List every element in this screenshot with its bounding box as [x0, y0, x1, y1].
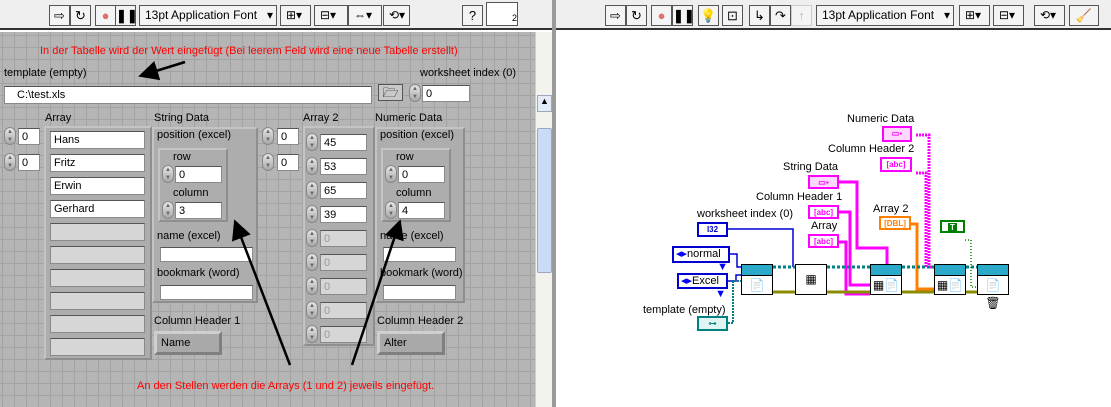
- retain-wire-values-icon[interactable]: ⊡: [722, 5, 743, 26]
- template-path-terminal[interactable]: ⊶: [697, 316, 728, 331]
- scrollbar-thumb[interactable]: [537, 128, 552, 273]
- mode-enum-value: normal: [687, 248, 721, 260]
- vi-icon: 2: [486, 2, 518, 26]
- true-constant-value: T: [948, 223, 957, 232]
- mode-enum-constant[interactable]: ◂▸normal ▼: [672, 246, 730, 273]
- front-panel: In der Tabelle wird der Wert eingefügt (…: [0, 32, 535, 407]
- append-table-icon: ▦📄: [936, 278, 964, 292]
- distribute-objects-icon[interactable]: ⊟▾: [993, 5, 1024, 26]
- column-header-2-terminal[interactable]: [abc]: [880, 157, 912, 172]
- help-button[interactable]: ?: [462, 5, 483, 26]
- pause-icon[interactable]: ❚❚: [115, 5, 138, 26]
- front-panel-toolbar: ⇨ ↻ ● ❚❚ 13pt Application Font ▾ ⊞▾ ⊟▾ ⇔▾…: [0, 0, 552, 30]
- append-table-node-1[interactable]: ▦📄: [870, 264, 902, 295]
- distribute-objects-icon[interactable]: ⊟▾: [314, 5, 348, 26]
- block-diagram-toolbar: ⇨ ↻ ● ❚❚ 💡 ⊡ ↳ ↷ ↑ 13pt Application Font…: [556, 0, 1111, 30]
- block-diagram: Numeric Data ▭▪ Column Header 2 [abc] St…: [556, 32, 1111, 407]
- abort-icon[interactable]: ●: [95, 5, 116, 26]
- font-label: 13pt Application Font: [145, 8, 258, 22]
- scroll-up-icon[interactable]: ▲: [537, 95, 552, 112]
- template-terminal-label: template (empty): [643, 304, 726, 316]
- run-arrow-icon[interactable]: ⇨: [605, 5, 626, 26]
- arrow-to-template: [138, 60, 186, 81]
- array2-terminal-label: Array 2: [873, 203, 909, 215]
- array2-terminal[interactable]: [DBL]: [879, 216, 911, 230]
- chevron-down-icon: ▾: [266, 8, 273, 22]
- worksheet-index-terminal-label: worksheet index (0): [697, 208, 793, 220]
- string-data-terminal-label: String Data: [783, 161, 839, 173]
- open-report-node[interactable]: 📄: [741, 264, 773, 295]
- dispose-report-node[interactable]: 📄🗑: [977, 264, 1009, 310]
- new-report-icon: 📄: [749, 278, 765, 292]
- step-over-icon[interactable]: ↷: [770, 5, 791, 26]
- wire-template-path: [728, 280, 741, 324]
- font-dropdown[interactable]: 13pt Application Font ▾: [139, 5, 277, 26]
- enum-arrows-icon: ◂▸: [681, 275, 693, 287]
- abort-icon[interactable]: ●: [651, 5, 672, 26]
- font-dropdown[interactable]: 13pt Application Font ▾: [816, 5, 954, 26]
- run-arrow-icon[interactable]: ⇨: [49, 5, 70, 26]
- column-header-2-terminal-label: Column Header 2: [828, 143, 915, 155]
- worksheet-index-terminal[interactable]: I32: [697, 222, 728, 237]
- column-header-1-terminal-label: Column Header 1: [756, 191, 843, 203]
- string-data-cluster-terminal[interactable]: ▭▪: [808, 175, 839, 189]
- highlight-execution-icon[interactable]: 💡: [698, 5, 719, 26]
- wire-boolean: [965, 239, 977, 288]
- append-table-icon: ▦📄: [872, 278, 900, 292]
- wire-numeric-data: [916, 133, 945, 269]
- true-constant[interactable]: T: [940, 220, 965, 233]
- vertical-scrollbar[interactable]: ▲: [535, 32, 552, 407]
- dispose-trash-icon: 📄🗑: [985, 278, 1001, 310]
- run-continuously-icon[interactable]: ↻: [70, 5, 91, 26]
- numeric-data-terminal-label: Numeric Data: [847, 113, 915, 125]
- array-terminal[interactable]: [abc]: [808, 234, 839, 248]
- enum-arrows-icon: ◂▸: [676, 248, 688, 260]
- resize-objects-icon[interactable]: ⇔▾: [348, 5, 382, 26]
- app-enum-constant[interactable]: ◂▸Excel ▼: [677, 273, 728, 300]
- align-objects-icon[interactable]: ⊞▾: [280, 5, 311, 26]
- arrow-to-numeric-position: [350, 219, 404, 366]
- vi-icon-badge: 2: [511, 13, 517, 23]
- run-continuously-icon[interactable]: ↻: [626, 5, 647, 26]
- arrow-to-string-position: [232, 219, 292, 366]
- annotation-arrows: [138, 60, 404, 366]
- reorder-icon[interactable]: ⟲▾: [1034, 5, 1065, 26]
- step-into-icon[interactable]: ↳: [749, 5, 770, 26]
- column-header-1-terminal[interactable]: [abc]: [808, 205, 839, 219]
- append-table-node-2[interactable]: ▦📄: [934, 264, 966, 295]
- pause-icon[interactable]: ❚❚: [672, 5, 695, 26]
- step-out-icon[interactable]: ↑: [791, 5, 812, 26]
- chevron-down-icon: ▾: [943, 8, 950, 22]
- wire-array2: [911, 222, 934, 291]
- align-objects-icon[interactable]: ⊞▾: [959, 5, 990, 26]
- array-terminal-label: Array: [811, 220, 838, 232]
- select-worksheet-node[interactable]: ▦: [795, 264, 827, 295]
- chevron-down-icon: ▼: [715, 288, 726, 300]
- font-label: 13pt Application Font: [822, 8, 935, 22]
- clean-up-diagram-icon[interactable]: 🧹: [1069, 5, 1099, 26]
- table-icon: ▦: [805, 272, 817, 286]
- app-enum-value: Excel: [692, 275, 719, 287]
- reorder-icon[interactable]: ⟲▾: [383, 5, 410, 26]
- numeric-data-cluster-terminal[interactable]: ▭▪: [882, 126, 912, 142]
- annotation-bottom: An den Stellen werden die Arrays (1 und …: [137, 380, 435, 392]
